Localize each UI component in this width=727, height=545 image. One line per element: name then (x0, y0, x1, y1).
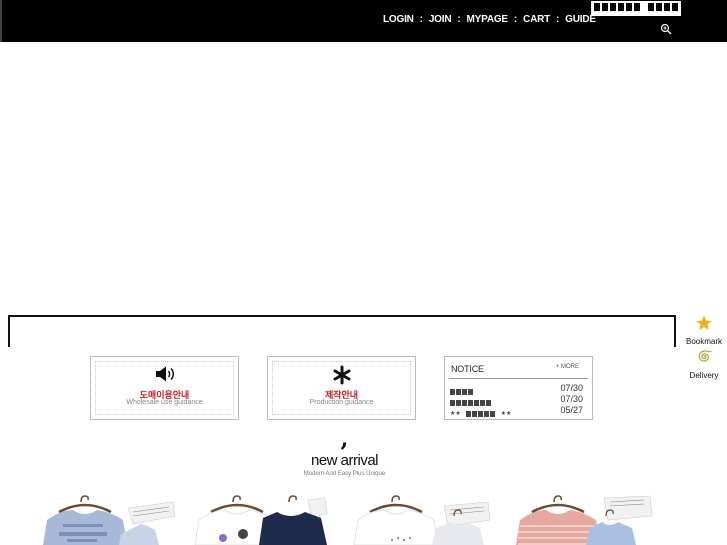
notice-item[interactable]: 07/30 (450, 394, 583, 406)
speaker-icon (155, 366, 174, 382)
delivery-button[interactable]: Delivery (683, 348, 725, 380)
notice-divider (449, 378, 588, 379)
nav-separator: : (556, 14, 560, 25)
product-thumbnail-2[interactable] (193, 494, 338, 545)
notice-more-link[interactable]: + MORE (556, 364, 579, 370)
cart-link[interactable]: CART (523, 14, 550, 25)
production-guide-box[interactable]: 제작안내 Production guidance (267, 356, 416, 420)
product-thumbnail-4[interactable] (514, 494, 659, 545)
product-thumbnail-3[interactable] (352, 494, 497, 545)
notice-box: NOTICE + MORE 07/30 07/30 ★★ ★★ 05/27 (444, 356, 593, 420)
star-icon (696, 315, 712, 330)
nav-separator: : (419, 14, 423, 25)
top-nav: LOGIN : JOIN : MYPAGE : CART : GUIDE (383, 14, 596, 25)
top-bar: LOGIN : JOIN : MYPAGE : CART : GUIDE (0, 0, 727, 42)
notice-date: 05/27 (560, 405, 583, 415)
arrival-mark: , (340, 426, 349, 452)
delivery-label: Delivery (689, 371, 719, 380)
notice-item[interactable]: ★★ ★★ 05/27 (450, 405, 583, 417)
swirl-icon (698, 350, 712, 362)
nav-separator: : (513, 14, 518, 25)
bookmark-button[interactable]: Bookmark (683, 315, 725, 346)
login-link[interactable]: LOGIN (383, 14, 414, 25)
search-input[interactable] (591, 1, 681, 16)
nav-separator: : (457, 14, 461, 25)
wholesale-title-en: Wholesale use guidance (126, 399, 203, 406)
content-frame (8, 315, 676, 347)
wholesale-guide-box[interactable]: 도매이용안내 Wholesale use guidance (90, 356, 239, 420)
new-arrival-title: new arrival (310, 452, 379, 469)
notice-item[interactable]: 07/30 (450, 383, 583, 395)
search-placeholder-glyphs (594, 3, 678, 11)
mypage-link[interactable]: MYPAGE (467, 14, 509, 25)
bookmark-label: Bookmark (685, 337, 722, 346)
notice-date: 07/30 (560, 394, 583, 404)
notice-title: NOTICE (451, 364, 484, 374)
new-arrival-subtitle: Modern And Easy Plus Unique (303, 471, 386, 477)
notice-date: 07/30 (560, 383, 583, 393)
join-link[interactable]: JOIN (429, 14, 452, 25)
product-thumbnail-1[interactable] (33, 494, 178, 545)
asterisk-icon (333, 365, 350, 385)
production-title-en: Production guidance (309, 399, 374, 406)
zoom-in-icon[interactable] (660, 23, 672, 35)
top-bar-edge (0, 0, 2, 42)
